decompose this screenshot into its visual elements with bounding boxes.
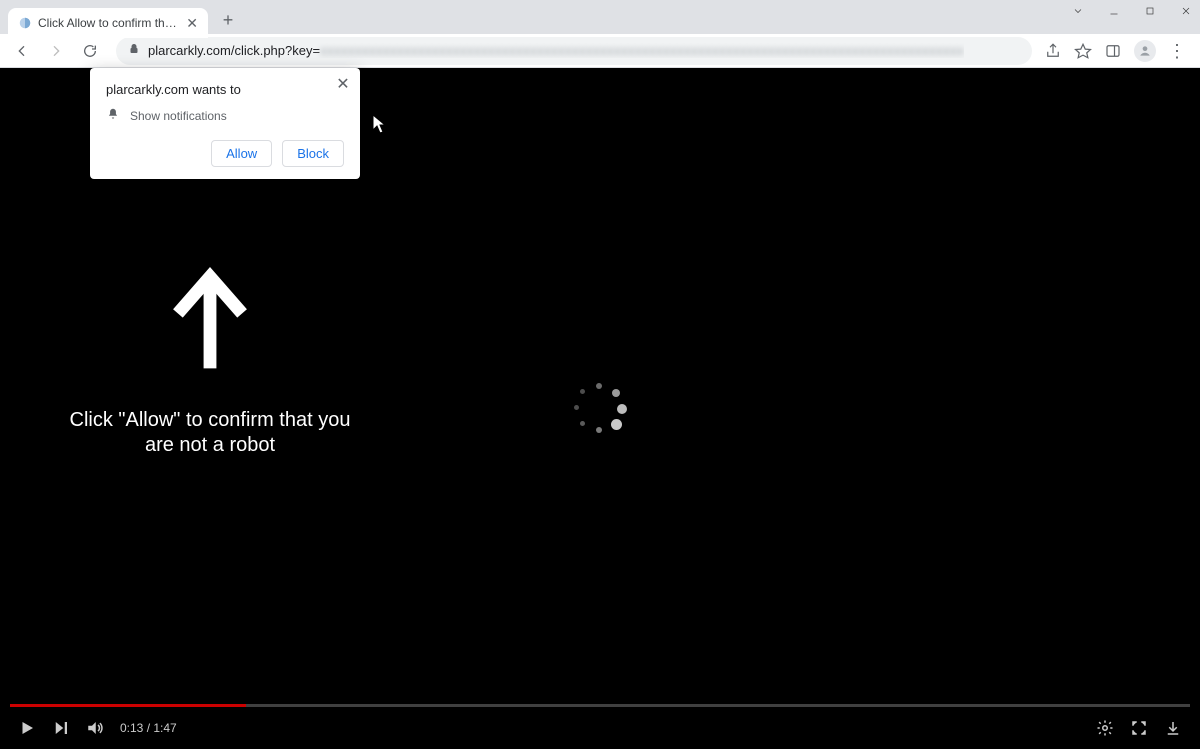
permission-heading: plarcarkly.com wants to xyxy=(106,82,344,97)
close-popup-icon[interactable]: ✕ xyxy=(334,76,352,94)
chevron-down-icon[interactable] xyxy=(1070,3,1086,19)
url-text: plarcarkly.com/click.php?key=xxxxxxxxxxx… xyxy=(148,43,964,58)
sidepanel-icon[interactable] xyxy=(1104,42,1122,60)
play-icon[interactable] xyxy=(18,719,36,737)
url-blurred: xxxxxxxxxxxxxxxxxxxxxxxxxxxxxxxxxxxxxxxx… xyxy=(320,43,964,58)
tab-favicon-icon xyxy=(18,16,32,30)
forward-button[interactable] xyxy=(42,37,70,65)
menu-icon[interactable]: ⋮ xyxy=(1168,42,1186,60)
address-bar[interactable]: plarcarkly.com/click.php?key=xxxxxxxxxxx… xyxy=(116,37,1032,65)
minimize-icon[interactable] xyxy=(1106,3,1122,19)
overlay-message: Click "Allow" to confirm that you are no… xyxy=(60,408,360,458)
permission-row-label: Show notifications xyxy=(130,109,227,123)
back-button[interactable] xyxy=(8,37,36,65)
toolbar-right: ⋮ xyxy=(1044,40,1192,62)
star-icon[interactable] xyxy=(1074,42,1092,60)
tab-strip: Click Allow to confirm that you a... ✕ + xyxy=(0,0,1200,34)
download-icon[interactable] xyxy=(1164,719,1182,737)
video-controls: 0:13 / 1:47 xyxy=(0,707,1200,749)
bell-icon xyxy=(106,107,120,124)
permission-row: Show notifications xyxy=(106,107,344,124)
window-controls xyxy=(1070,0,1194,22)
reload-button[interactable] xyxy=(76,37,104,65)
close-tab-icon[interactable]: ✕ xyxy=(186,16,198,30)
next-icon[interactable] xyxy=(52,719,70,737)
close-window-icon[interactable] xyxy=(1178,3,1194,19)
block-button[interactable]: Block xyxy=(282,140,344,167)
settings-gear-icon[interactable] xyxy=(1096,719,1114,737)
video-time: 0:13 / 1:47 xyxy=(120,721,177,735)
fullscreen-icon[interactable] xyxy=(1130,719,1148,737)
profile-avatar[interactable] xyxy=(1134,40,1156,62)
allow-button[interactable]: Allow xyxy=(211,140,272,167)
volume-icon[interactable] xyxy=(86,719,104,737)
loading-spinner-icon xyxy=(572,381,628,437)
share-icon[interactable] xyxy=(1044,42,1062,60)
browser-toolbar: plarcarkly.com/click.php?key=xxxxxxxxxxx… xyxy=(0,34,1200,68)
tab-title: Click Allow to confirm that you a... xyxy=(38,16,180,30)
url-visible: plarcarkly.com/click.php?key= xyxy=(148,43,320,58)
lock-icon xyxy=(128,43,140,58)
new-tab-button[interactable]: + xyxy=(214,6,242,34)
arrow-up-icon xyxy=(60,263,360,378)
maximize-icon[interactable] xyxy=(1142,3,1158,19)
notification-permission-popup: ✕ plarcarkly.com wants to Show notificat… xyxy=(90,68,360,179)
browser-tab[interactable]: Click Allow to confirm that you a... ✕ xyxy=(8,8,208,38)
allow-overlay: Click "Allow" to confirm that you are no… xyxy=(60,263,360,458)
